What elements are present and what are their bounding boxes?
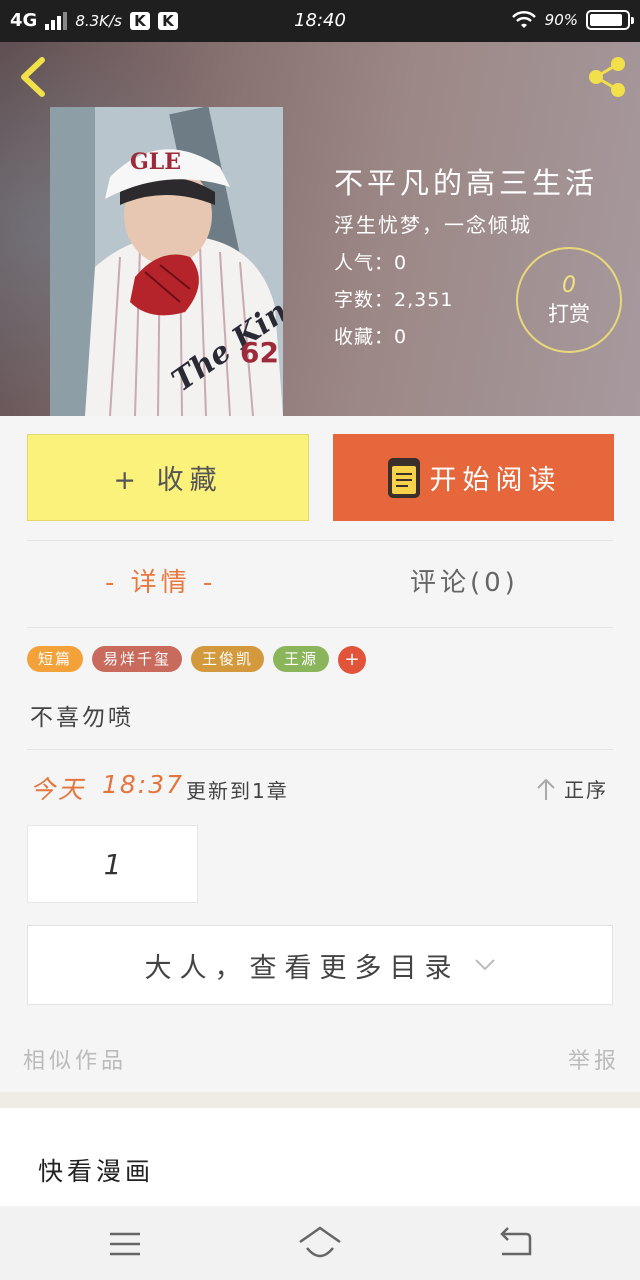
favorites-stat: 收藏：0 — [334, 322, 407, 349]
status-bar: 4G 8.3K/s K K 18:40 90% — [0, 0, 640, 42]
book-cover-image: GLE The King 62 — [50, 107, 283, 416]
home-icon — [299, 1226, 341, 1258]
back-button[interactable] — [14, 54, 54, 100]
svg-text:GLE: GLE — [130, 149, 181, 175]
menu-icon — [110, 1232, 140, 1256]
reward-count: 0 — [562, 273, 576, 298]
tab-details[interactable]: - 详情 - — [105, 562, 216, 599]
word-count-value: 2,351 — [394, 289, 454, 311]
book-author: 浮生忧梦，一念倾城 — [334, 213, 532, 237]
more-catalog-label: 大人，查看更多目录 — [144, 952, 460, 984]
collect-button[interactable]: + 收藏 — [27, 434, 309, 521]
back-nav-button[interactable] — [490, 1224, 540, 1264]
battery-percent: 90% — [544, 11, 578, 29]
popularity-label: 人气： — [334, 252, 395, 274]
update-day: 今天 — [30, 775, 87, 804]
recommendation-title[interactable]: 快看漫画 — [38, 1152, 154, 1188]
collect-label: + 收藏 — [113, 465, 223, 496]
sort-order-toggle[interactable]: 正序 — [536, 774, 608, 803]
favorites-value: 0 — [394, 326, 408, 348]
book-title: 不平凡的高三生活 — [334, 166, 599, 200]
book-header: GLE The King 62 不平凡的高三生活 浮生忧梦，一念倾城 人气： 0 … — [0, 42, 640, 416]
favorites-label: 收藏： — [334, 326, 395, 348]
report-link[interactable]: 举报 — [568, 1043, 620, 1075]
tab-comments[interactable]: 评论(0) — [410, 562, 519, 599]
word-count-stat: 字数：2,351 — [334, 285, 453, 312]
start-reading-label: 开始阅读 — [429, 465, 562, 496]
tag-list: 短篇 易烊千玺 王俊凯 王源 + — [27, 646, 367, 674]
add-tag-button[interactable]: + — [338, 646, 367, 674]
back-nav-icon — [500, 1227, 532, 1256]
tag-short-story[interactable]: 短篇 — [27, 646, 84, 672]
chevron-left-icon — [21, 57, 45, 97]
home-button[interactable] — [295, 1224, 345, 1264]
book-icon — [387, 457, 420, 498]
section-separator — [0, 1092, 640, 1108]
tag-character[interactable]: 易烊千玺 — [92, 646, 183, 672]
popularity-stat: 人气：0 — [334, 248, 407, 275]
battery-icon — [586, 10, 634, 30]
tag-character[interactable]: 王俊凯 — [191, 646, 265, 672]
share-button[interactable] — [584, 54, 630, 100]
start-reading-button[interactable]: 开始阅读 — [333, 434, 614, 521]
divider — [27, 627, 613, 628]
svg-text:62: 62 — [240, 336, 279, 369]
word-count-label: 字数： — [334, 289, 395, 311]
menu-button[interactable] — [100, 1224, 150, 1264]
divider — [27, 749, 613, 750]
cover-illustration: GLE The King 62 — [50, 107, 283, 416]
popularity-value: 0 — [394, 252, 408, 274]
wifi-icon — [511, 10, 536, 28]
reward-label: 打赏 — [548, 302, 590, 326]
similar-works-label: 相似作品 — [23, 1049, 128, 1074]
more-catalog-button[interactable]: 大人，查看更多目录 — [27, 925, 613, 1005]
update-info: 更新到1章 — [186, 779, 289, 803]
system-nav-bar — [0, 1206, 640, 1280]
share-icon — [589, 57, 625, 97]
sort-order-label: 正序 — [564, 778, 608, 802]
book-intro: 不喜勿喷 — [30, 705, 134, 731]
tag-character[interactable]: 王源 — [273, 646, 330, 672]
update-time: 18:37 — [102, 770, 185, 799]
divider — [27, 540, 613, 541]
chapter-item[interactable]: 1 — [27, 825, 198, 903]
arrow-up-icon — [537, 778, 555, 800]
chevron-down-icon — [474, 959, 495, 971]
reward-button[interactable]: 0 打赏 — [516, 247, 622, 353]
